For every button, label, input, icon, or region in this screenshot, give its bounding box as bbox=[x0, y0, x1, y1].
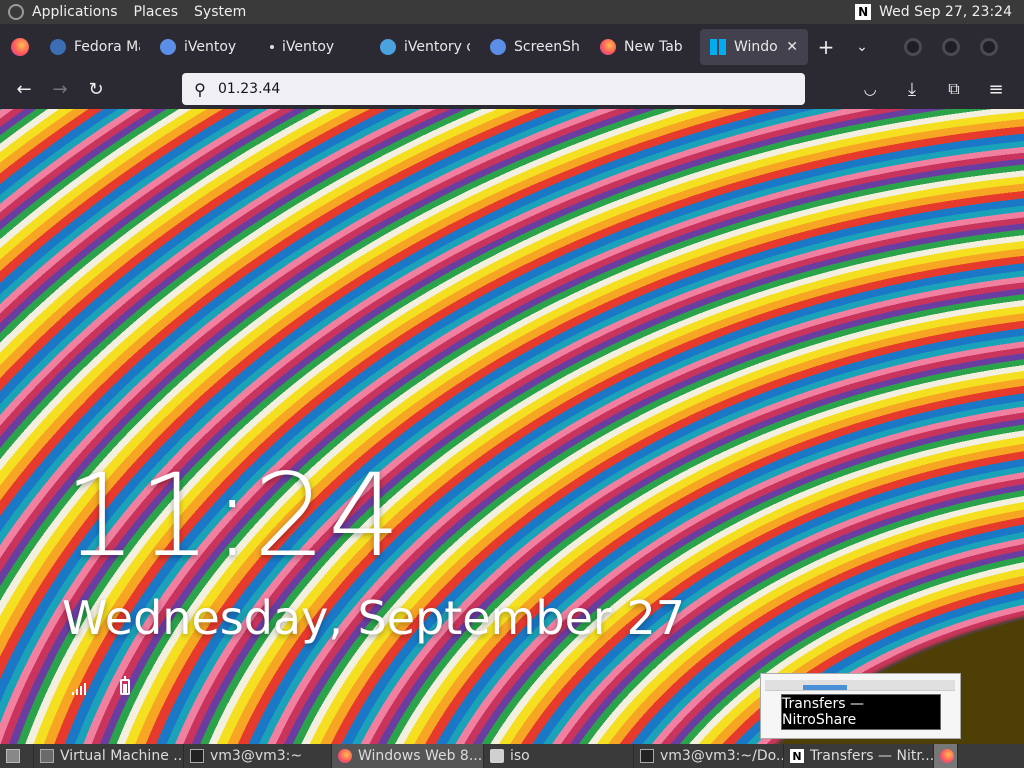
tab-windows-active[interactable]: Windows ✕ bbox=[700, 28, 808, 65]
preview-progress bbox=[803, 685, 847, 690]
plus-icon: + bbox=[817, 34, 835, 59]
extensions-button[interactable]: ⧉ bbox=[936, 73, 972, 105]
url-bar[interactable]: ⚲ 01.23.44 bbox=[182, 73, 805, 105]
tab-new-tab[interactable]: New Tab bbox=[590, 29, 700, 65]
task-label: Windows Web 8.... bbox=[358, 748, 484, 764]
firefox-icon bbox=[11, 37, 29, 56]
terminal-icon bbox=[190, 749, 204, 763]
tab-label: ScreenShot bbox=[514, 38, 580, 55]
nitroshare-tray-icon[interactable]: N bbox=[855, 4, 872, 20]
applications-menu[interactable]: Applications bbox=[24, 4, 126, 20]
close-tab-icon[interactable]: ✕ bbox=[786, 39, 798, 55]
minimize-button[interactable] bbox=[904, 37, 922, 56]
firefox-icon bbox=[600, 38, 616, 55]
downloads-button[interactable]: ⤓ bbox=[894, 73, 930, 105]
task-nitroshare[interactable]: N Transfers — Nitr... bbox=[784, 744, 934, 768]
firefox-view-button[interactable] bbox=[0, 29, 40, 65]
nitroshare-icon: N bbox=[790, 749, 804, 763]
fedora-icon bbox=[50, 38, 66, 55]
task-label: Virtual Machine ... bbox=[60, 748, 184, 764]
tab-iventory-other[interactable]: iVentory ot bbox=[370, 29, 480, 65]
panel-clock[interactable]: Wed Sep 27, 23:24 bbox=[879, 4, 1012, 20]
windows-icon bbox=[710, 38, 726, 55]
task-label: Transfers — Nitr... bbox=[810, 748, 934, 764]
task-windows-web[interactable]: Windows Web 8.... bbox=[332, 744, 484, 768]
system-menu[interactable]: System bbox=[186, 4, 254, 20]
reload-button[interactable]: ↻ bbox=[78, 73, 114, 105]
tab-label: iVentory ot bbox=[404, 38, 470, 55]
arrow-left-icon: ← bbox=[16, 78, 32, 100]
iventoy-icon bbox=[380, 38, 396, 55]
bottom-taskbar: Virtual Machine ... vm3@vm3:~ Windows We… bbox=[0, 744, 1024, 768]
navigation-bar: ← → ↻ ⚲ 01.23.44 ◡ ⤓ ⧉ ≡ bbox=[0, 69, 1024, 109]
gnome-logo-icon[interactable] bbox=[8, 4, 24, 20]
list-all-tabs-button[interactable]: ⌄ bbox=[844, 29, 880, 65]
preview-header bbox=[765, 680, 955, 691]
search-icon: ⚲ bbox=[194, 79, 206, 99]
tab-label: iVentoy bbox=[184, 38, 237, 55]
firefox-icon bbox=[940, 749, 954, 763]
tab-label: Windows bbox=[734, 38, 778, 55]
lockscreen-background[interactable]: 11:24 Wednesday, September 27 Transfers … bbox=[0, 109, 1024, 744]
pocket-button[interactable]: ◡ bbox=[852, 73, 888, 105]
tab-label: iVentoy bbox=[282, 38, 335, 55]
tab-iventoy-1[interactable]: iVentoy bbox=[150, 29, 260, 65]
task-virtual-machine[interactable]: Virtual Machine ... bbox=[34, 744, 184, 768]
back-button[interactable]: ← bbox=[6, 73, 42, 105]
lockscreen-date: Wednesday, September 27 bbox=[62, 591, 685, 645]
pocket-icon: ◡ bbox=[863, 80, 877, 98]
task-firefox-launcher[interactable] bbox=[934, 744, 958, 768]
tab-label: New Tab bbox=[624, 38, 683, 55]
battery-icon bbox=[120, 676, 130, 695]
hamburger-menu-icon: ≡ bbox=[988, 78, 1004, 100]
tab-strip: Fedora Ma iVentoy iVentoy iVentory ot Sc… bbox=[0, 24, 1024, 69]
task-terminal-2[interactable]: vm3@vm3:~/Do... bbox=[634, 744, 784, 768]
app-menu-button[interactable]: ≡ bbox=[978, 73, 1014, 105]
task-terminal-1[interactable]: vm3@vm3:~ bbox=[184, 744, 332, 768]
url-text[interactable]: 01.23.44 bbox=[218, 81, 280, 97]
desktop-icon bbox=[6, 749, 20, 763]
puzzle-icon: ⧉ bbox=[948, 79, 960, 98]
dot-icon bbox=[270, 44, 274, 49]
task-label: iso bbox=[510, 748, 530, 764]
task-label: vm3@vm3:~ bbox=[210, 748, 303, 764]
reload-icon: ↻ bbox=[88, 78, 104, 100]
iventoy-icon bbox=[490, 38, 506, 55]
network-signal-icon bbox=[72, 681, 90, 695]
firefox-icon bbox=[338, 749, 352, 763]
task-label: vm3@vm3:~/Do... bbox=[660, 748, 784, 764]
tab-iventoy-2[interactable]: iVentoy bbox=[260, 29, 370, 65]
close-window-button[interactable] bbox=[980, 37, 998, 56]
task-iso-folder[interactable]: iso bbox=[484, 744, 634, 768]
top-panel: Applications Places System N Wed Sep 27,… bbox=[0, 0, 1024, 24]
tab-fedora[interactable]: Fedora Ma bbox=[40, 29, 150, 65]
new-tab-button[interactable]: + bbox=[808, 29, 844, 65]
taskbar-tooltip: Transfers — NitroShare bbox=[781, 694, 941, 730]
arrow-right-icon: → bbox=[52, 78, 68, 100]
lockscreen-time: 11:24 bbox=[64, 449, 403, 582]
terminal-icon bbox=[640, 749, 654, 763]
show-desktop-button[interactable] bbox=[0, 744, 34, 768]
chevron-down-icon: ⌄ bbox=[856, 38, 868, 55]
folder-icon bbox=[490, 749, 504, 763]
download-icon: ⤓ bbox=[908, 78, 916, 100]
iventoy-icon bbox=[160, 38, 176, 55]
tab-label: Fedora Ma bbox=[74, 38, 140, 55]
forward-button[interactable]: → bbox=[42, 73, 78, 105]
tab-screenshot[interactable]: ScreenShot bbox=[480, 29, 590, 65]
maximize-button[interactable] bbox=[942, 37, 960, 56]
vm-icon bbox=[40, 749, 54, 763]
places-menu[interactable]: Places bbox=[126, 4, 187, 20]
